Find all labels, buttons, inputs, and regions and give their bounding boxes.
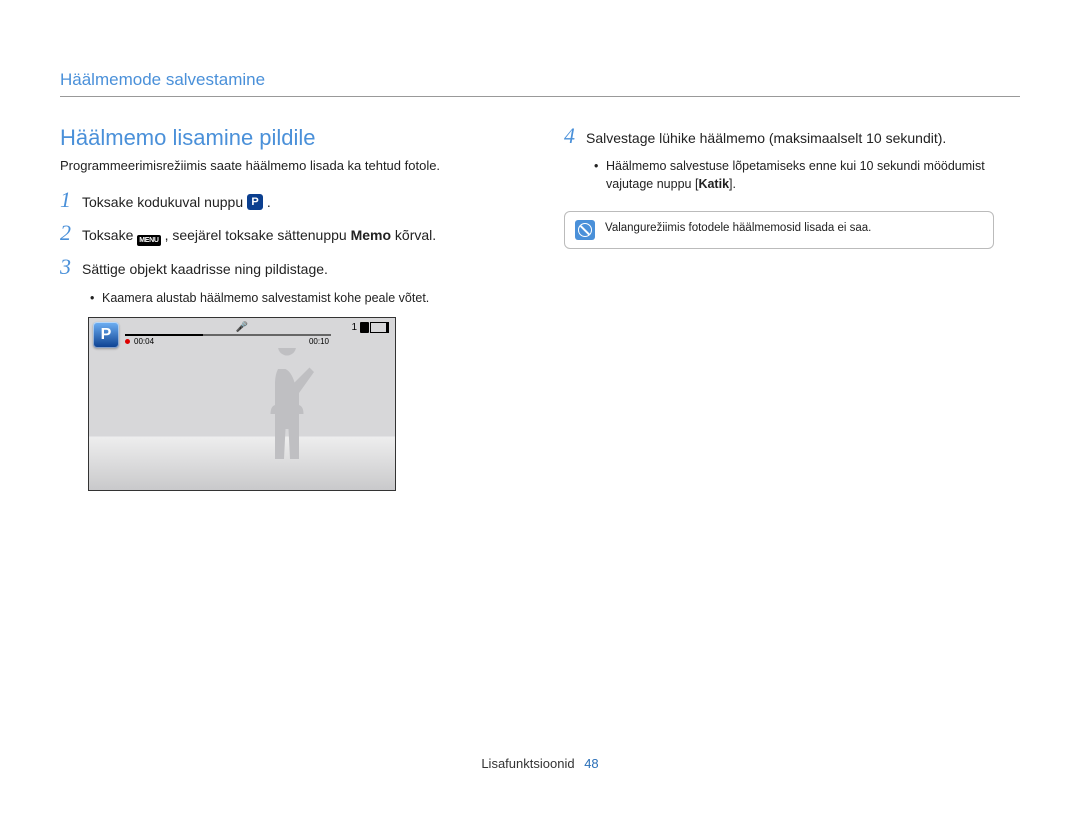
step-text: .	[267, 194, 271, 210]
step-number: 2	[60, 222, 82, 244]
step-body: Toksake kodukuval nuppu .	[82, 192, 271, 212]
shots-count: 1	[351, 322, 357, 333]
right-column: 4 Salvestage lühike häälmemo (maksimaals…	[564, 125, 994, 491]
content-columns: Häälmemo lisamine pildile Programmeerimi…	[60, 125, 1020, 491]
step-4-sub: Häälmemo salvestuse lõpetamiseks enne ku…	[594, 158, 994, 193]
sub-text: ].	[729, 177, 736, 191]
step-text: kõrval.	[395, 227, 436, 243]
intro-text: Programmeerimisrežiimis saate häälmemo l…	[60, 157, 530, 175]
menu-icon: MENU	[137, 235, 160, 246]
memory-card-icon	[360, 322, 369, 333]
step-text: Toksake kodukuval nuppu	[82, 194, 247, 210]
record-progress-bar	[125, 334, 331, 336]
note-text: Valangurežiimis fotodele häälmemosid lis…	[605, 220, 871, 236]
step-text: , seejärel toksake sättenuppu	[165, 227, 351, 243]
camera-preview-illustration: P 🎤 1 00:04 00:10	[88, 317, 396, 491]
note-box: Valangurežiimis fotodele häälmemosid lis…	[564, 211, 994, 249]
footer-page-number: 48	[584, 756, 598, 771]
step-number: 1	[60, 189, 82, 211]
note-icon	[575, 220, 595, 240]
header-rule	[60, 96, 1020, 97]
battery-icon	[370, 322, 389, 333]
elapsed-time: 00:04	[134, 337, 154, 346]
footer-section: Lisafunktsioonid	[481, 756, 574, 771]
step-2: 2 Toksake MENU , seejärel toksake sätten…	[60, 222, 530, 246]
mic-icon: 🎤	[236, 322, 248, 333]
step-body: Salvestage lühike häälmemo (maksimaalsel…	[586, 128, 946, 148]
step-4: 4 Salvestage lühike häälmemo (maksimaals…	[564, 125, 994, 148]
step-body: Toksake MENU , seejärel toksake sättenup…	[82, 225, 436, 246]
sub-text: Häälmemo salvestuse lõpetamiseks enne ku…	[606, 159, 985, 191]
step-3: 3 Sättige objekt kaadrisse ning pildista…	[60, 256, 530, 279]
step-number: 3	[60, 256, 82, 278]
step-1: 1 Toksake kodukuval nuppu .	[60, 189, 530, 212]
program-mode-icon	[247, 194, 263, 210]
step-bold: Memo	[351, 227, 391, 243]
running-header: Häälmemode salvestamine	[60, 70, 1020, 90]
progress-fill	[125, 334, 203, 336]
step-text: Toksake	[82, 227, 137, 243]
total-time: 00:10	[309, 337, 329, 346]
person-silhouette	[257, 348, 317, 468]
step-3-sub: Kaamera alustab häälmemo salvestamist ko…	[90, 290, 530, 308]
manual-page: Häälmemode salvestamine Häälmemo lisamin…	[0, 0, 1080, 815]
page-footer: Lisafunktsioonid 48	[0, 756, 1080, 771]
left-column: Häälmemo lisamine pildile Programmeerimi…	[60, 125, 530, 491]
section-title: Häälmemo lisamine pildile	[60, 125, 530, 151]
step-number: 4	[564, 125, 586, 147]
step-body: Sättige objekt kaadrisse ning pildistage…	[82, 259, 328, 279]
sub-bold: Katik	[698, 177, 729, 191]
program-mode-badge: P	[93, 322, 119, 348]
